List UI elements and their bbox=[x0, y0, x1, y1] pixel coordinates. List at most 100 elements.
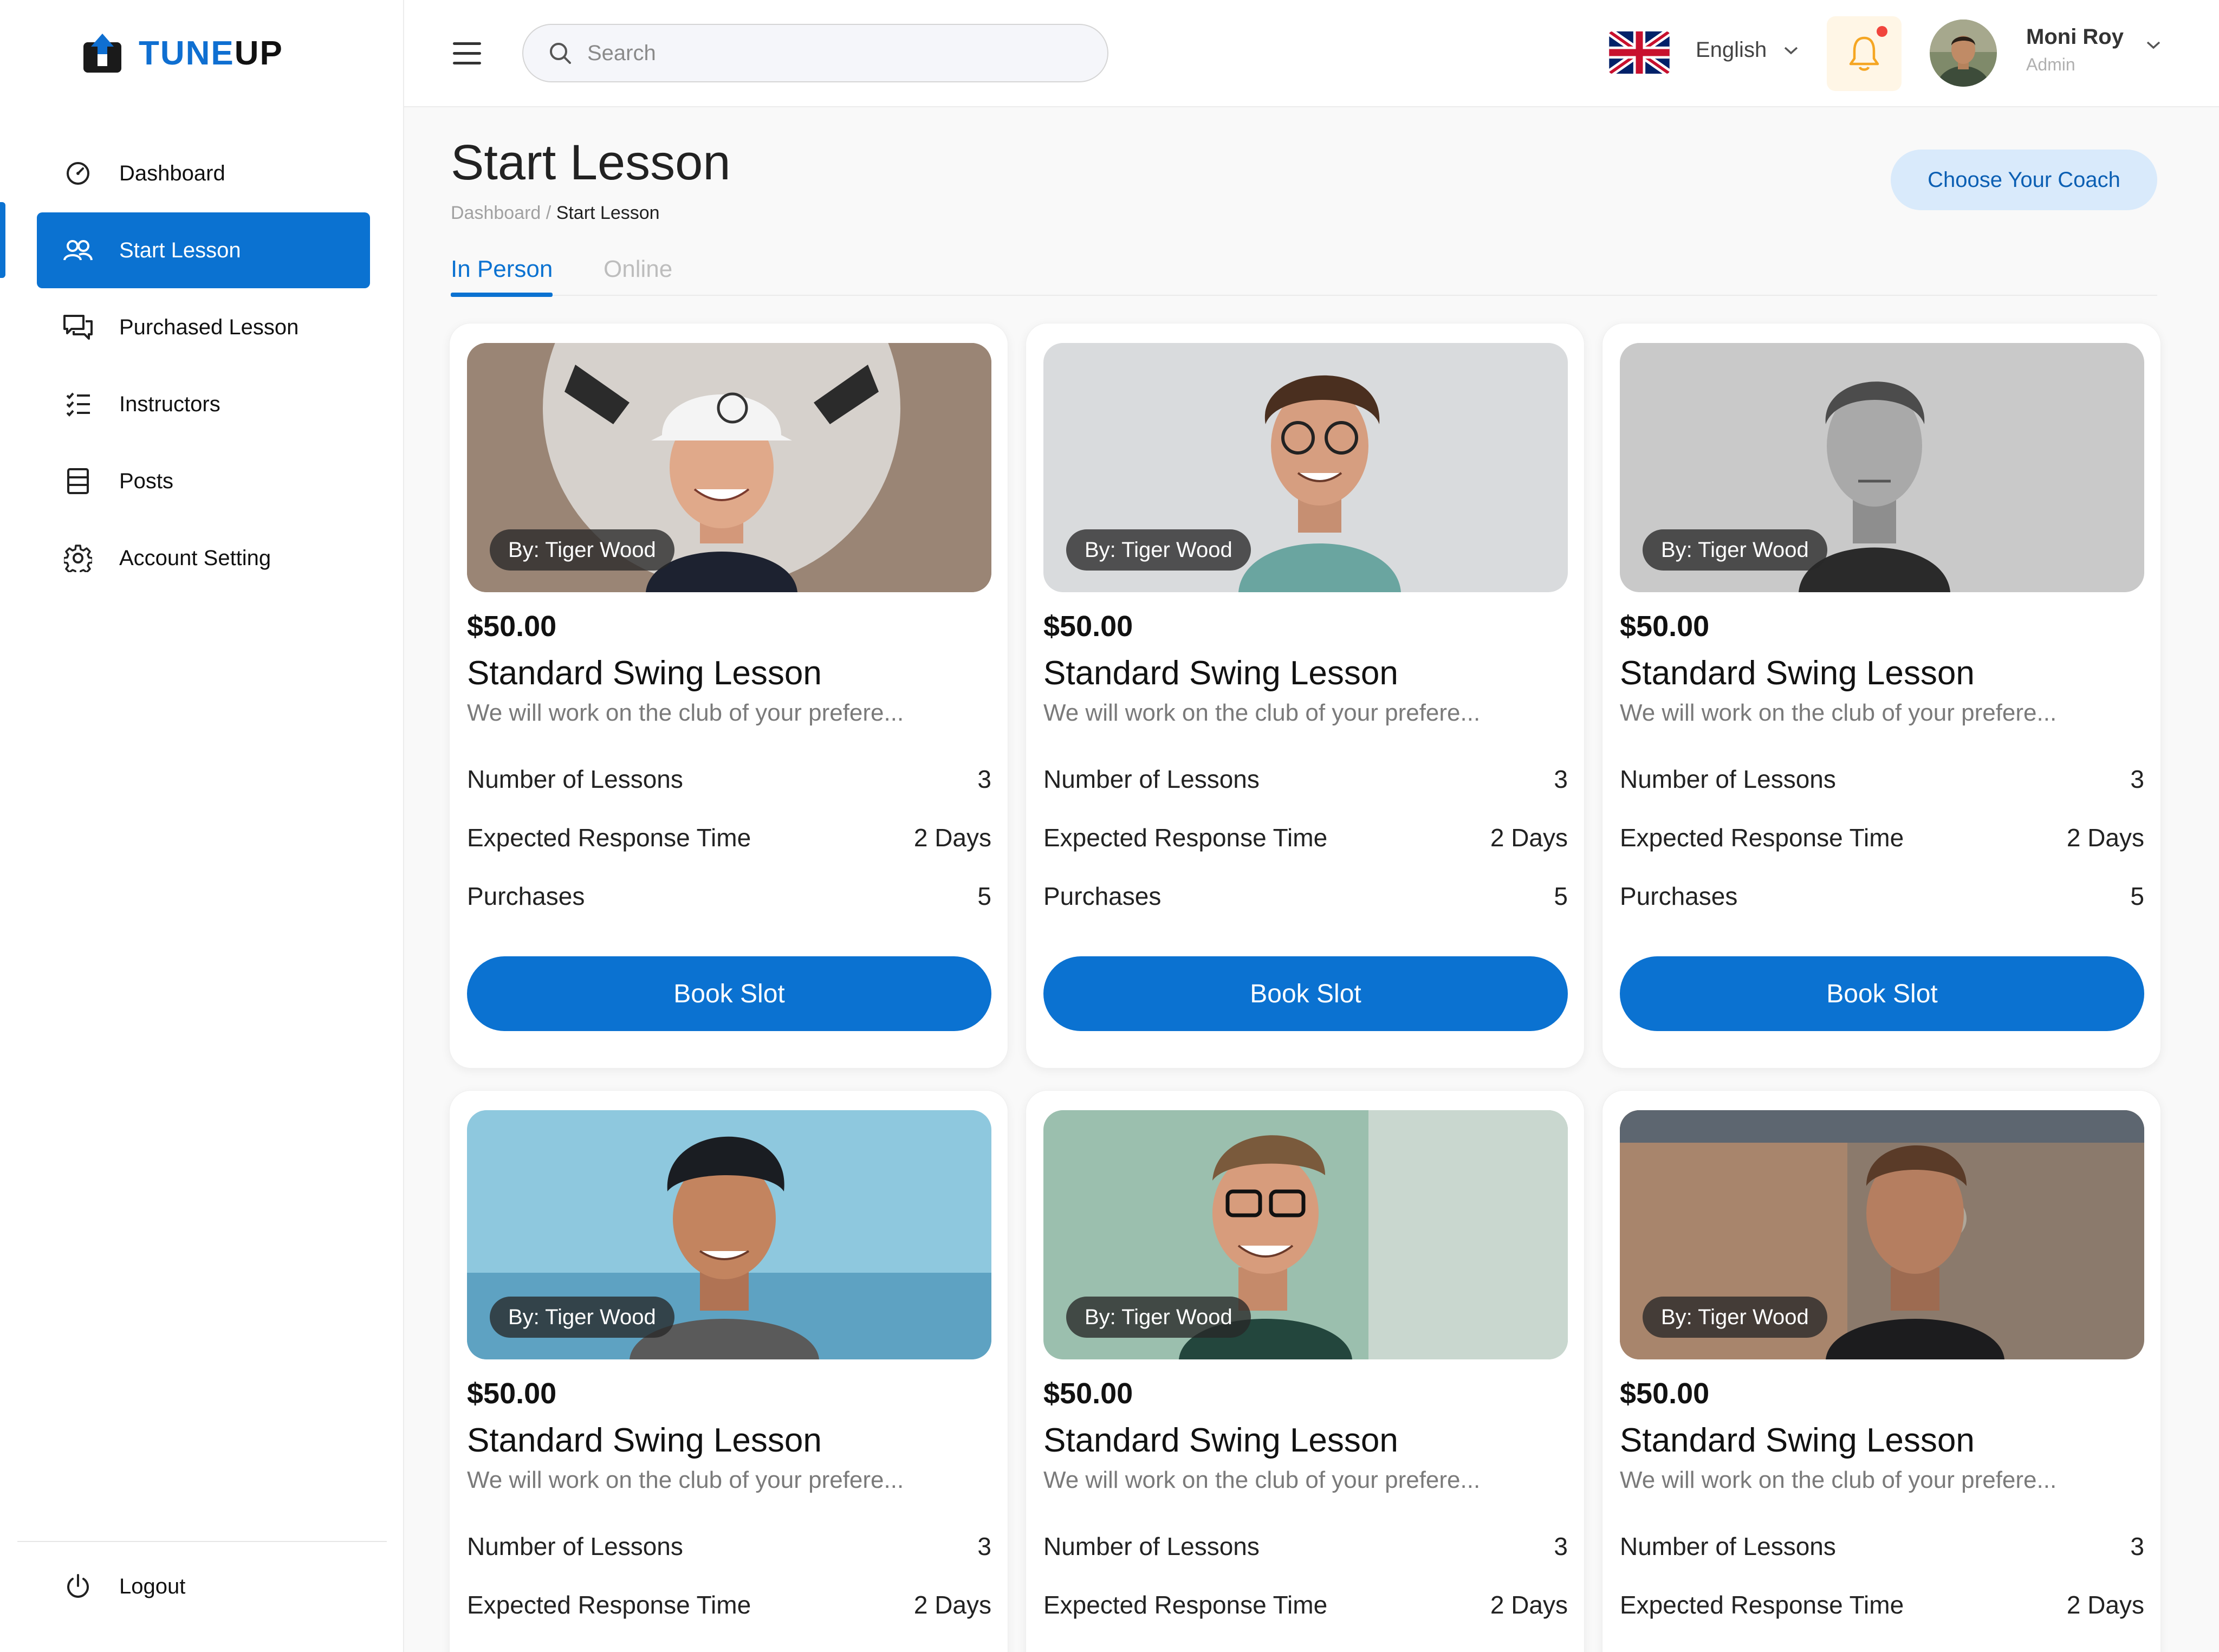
lesson-description: We will work on the club of your prefere… bbox=[1043, 1467, 1481, 1493]
sidebar-item-label: Purchased Lesson bbox=[119, 315, 299, 339]
users-icon bbox=[63, 235, 93, 265]
lesson-price: $50.00 bbox=[1043, 1377, 1133, 1410]
search-input[interactable] bbox=[587, 41, 1075, 66]
sidebar-divider bbox=[17, 1541, 387, 1542]
user-name: Moni Roy bbox=[2026, 25, 2124, 49]
checklist-icon bbox=[63, 389, 93, 419]
lesson-card: By: Tiger Wood $50.00 Standard Swing Les… bbox=[1026, 323, 1585, 1068]
lesson-title: Standard Swing Lesson bbox=[1043, 655, 1398, 692]
lesson-description: We will work on the club of your prefere… bbox=[467, 699, 904, 726]
lesson-count-row: Number of Lessons 3 bbox=[1620, 1532, 2144, 1560]
language-label: English bbox=[1696, 38, 1767, 62]
user-menu-chevron-icon[interactable] bbox=[2145, 40, 2162, 50]
lesson-price: $50.00 bbox=[1620, 610, 1710, 643]
active-indicator bbox=[0, 202, 5, 278]
power-icon bbox=[63, 1571, 93, 1602]
tab-in-person[interactable]: In Person bbox=[451, 256, 553, 297]
user-role: Admin bbox=[2026, 55, 2075, 74]
lesson-card: By: Tiger Wood $50.00 Standard Swing Les… bbox=[1602, 1090, 2161, 1652]
user-info[interactable]: Moni Roy Admin bbox=[2026, 25, 2124, 75]
lesson-title: Standard Swing Lesson bbox=[1620, 655, 1975, 692]
notification-button[interactable] bbox=[1827, 16, 1902, 91]
lesson-price: $50.00 bbox=[1043, 610, 1133, 643]
uk-flag-icon bbox=[1609, 31, 1670, 74]
sidebar-item-account-setting[interactable]: Account Setting bbox=[37, 520, 370, 596]
tab-bar: In Person Online bbox=[451, 255, 2157, 297]
sidebar-item-dashboard[interactable]: Dashboard bbox=[37, 135, 370, 211]
lesson-count-row: Number of Lessons 3 bbox=[1043, 1532, 1568, 1560]
choose-coach-button[interactable]: Choose Your Coach bbox=[1891, 150, 2157, 210]
brand-logo[interactable]: TUNEUP bbox=[82, 33, 283, 74]
instructor-byline: By: Tiger Wood bbox=[1066, 1297, 1251, 1338]
logout-label: Logout bbox=[119, 1574, 186, 1598]
book-slot-button[interactable]: Book Slot bbox=[467, 956, 991, 1031]
brand-name: TUNEUP bbox=[139, 34, 283, 72]
breadcrumb: Dashboard / Start Lesson bbox=[451, 203, 660, 224]
sidebar: TUNEUP Dashboard Start Lesson Purchased … bbox=[0, 0, 404, 1652]
sidebar-item-label: Dashboard bbox=[119, 161, 225, 185]
logo-mark-icon bbox=[83, 34, 121, 73]
lesson-card: By: Tiger Wood $50.00 Standard Swing Les… bbox=[449, 1090, 1008, 1652]
instructor-byline: By: Tiger Wood bbox=[490, 529, 674, 571]
document-list-icon bbox=[63, 466, 93, 496]
response-time-row: Expected Response Time 2 Days bbox=[467, 1591, 991, 1619]
lesson-price: $50.00 bbox=[467, 1377, 557, 1410]
sidebar-item-purchased-lesson[interactable]: Purchased Lesson bbox=[37, 289, 370, 365]
menu-icon[interactable] bbox=[453, 42, 481, 65]
response-time-row: Expected Response Time 2 Days bbox=[1043, 824, 1568, 852]
instructor-byline: By: Tiger Wood bbox=[1643, 1297, 1827, 1338]
dashboard-gauge-icon bbox=[63, 158, 93, 189]
page-title: Start Lesson bbox=[451, 135, 731, 190]
sidebar-item-posts[interactable]: Posts bbox=[37, 443, 370, 519]
gear-icon bbox=[63, 543, 93, 573]
tab-online[interactable]: Online bbox=[604, 256, 672, 283]
sidebar-nav: Dashboard Start Lesson Purchased Lesson … bbox=[37, 135, 370, 597]
response-time-row: Expected Response Time 2 Days bbox=[467, 824, 991, 852]
breadcrumb-current: Start Lesson bbox=[556, 203, 660, 223]
lesson-description: We will work on the club of your prefere… bbox=[467, 1467, 904, 1493]
lesson-description: We will work on the club of your prefere… bbox=[1043, 699, 1481, 726]
top-bar: English Moni Roy Admin bbox=[404, 0, 2219, 107]
instructor-byline: By: Tiger Wood bbox=[1643, 529, 1827, 571]
bell-icon bbox=[1849, 36, 1879, 71]
book-slot-button[interactable]: Book Slot bbox=[1043, 956, 1568, 1031]
lesson-title: Standard Swing Lesson bbox=[467, 1422, 822, 1459]
chevron-down-icon bbox=[1785, 47, 1798, 54]
avatar[interactable] bbox=[1930, 20, 1997, 87]
lesson-description: We will work on the club of your prefere… bbox=[1620, 1467, 2057, 1493]
search-icon bbox=[550, 43, 571, 64]
lesson-count-row: Number of Lessons 3 bbox=[1620, 765, 2144, 793]
lesson-card: By: Tiger Wood $50.00 Standard Swing Les… bbox=[1602, 323, 2161, 1068]
purchases-row: Purchases 5 bbox=[467, 882, 991, 910]
lesson-price: $50.00 bbox=[467, 610, 557, 643]
search-box[interactable] bbox=[522, 24, 1108, 82]
lesson-description: We will work on the club of your prefere… bbox=[1620, 699, 2057, 726]
lesson-title: Standard Swing Lesson bbox=[1620, 1422, 1975, 1459]
lesson-count-row: Number of Lessons 3 bbox=[1043, 765, 1568, 793]
response-time-row: Expected Response Time 2 Days bbox=[1043, 1591, 1568, 1619]
sidebar-item-start-lesson[interactable]: Start Lesson bbox=[37, 212, 370, 288]
lesson-title: Standard Swing Lesson bbox=[1043, 1422, 1398, 1459]
lesson-title: Standard Swing Lesson bbox=[467, 655, 822, 692]
lesson-card: By: Tiger Wood $50.00 Standard Swing Les… bbox=[1026, 1090, 1585, 1652]
purchases-row: Purchases 5 bbox=[1043, 882, 1568, 910]
breadcrumb-separator: / bbox=[541, 203, 556, 223]
logout-button[interactable]: Logout bbox=[37, 1549, 370, 1624]
lesson-price: $50.00 bbox=[1620, 1377, 1710, 1410]
sidebar-item-label: Start Lesson bbox=[119, 238, 241, 262]
sidebar-item-label: Instructors bbox=[119, 392, 220, 416]
instructor-byline: By: Tiger Wood bbox=[1066, 529, 1251, 571]
notification-badge bbox=[1877, 26, 1887, 37]
lesson-count-row: Number of Lessons 3 bbox=[467, 765, 991, 793]
instructor-photo: By: Tiger Wood bbox=[1043, 343, 1568, 592]
book-slot-button[interactable]: Book Slot bbox=[1620, 956, 2144, 1031]
lesson-card: By: Tiger Wood $50.00 Standard Swing Les… bbox=[449, 323, 1008, 1068]
purchases-row: Purchases 5 bbox=[1620, 882, 2144, 910]
breadcrumb-root[interactable]: Dashboard bbox=[451, 203, 541, 223]
language-selector[interactable]: English bbox=[1696, 38, 1799, 62]
response-time-row: Expected Response Time 2 Days bbox=[1620, 1591, 2144, 1619]
instructor-photo: By: Tiger Wood bbox=[1043, 1110, 1568, 1359]
sidebar-item-instructors[interactable]: Instructors bbox=[37, 366, 370, 442]
instructor-photo: By: Tiger Wood bbox=[467, 1110, 991, 1359]
sidebar-item-label: Posts bbox=[119, 469, 174, 493]
